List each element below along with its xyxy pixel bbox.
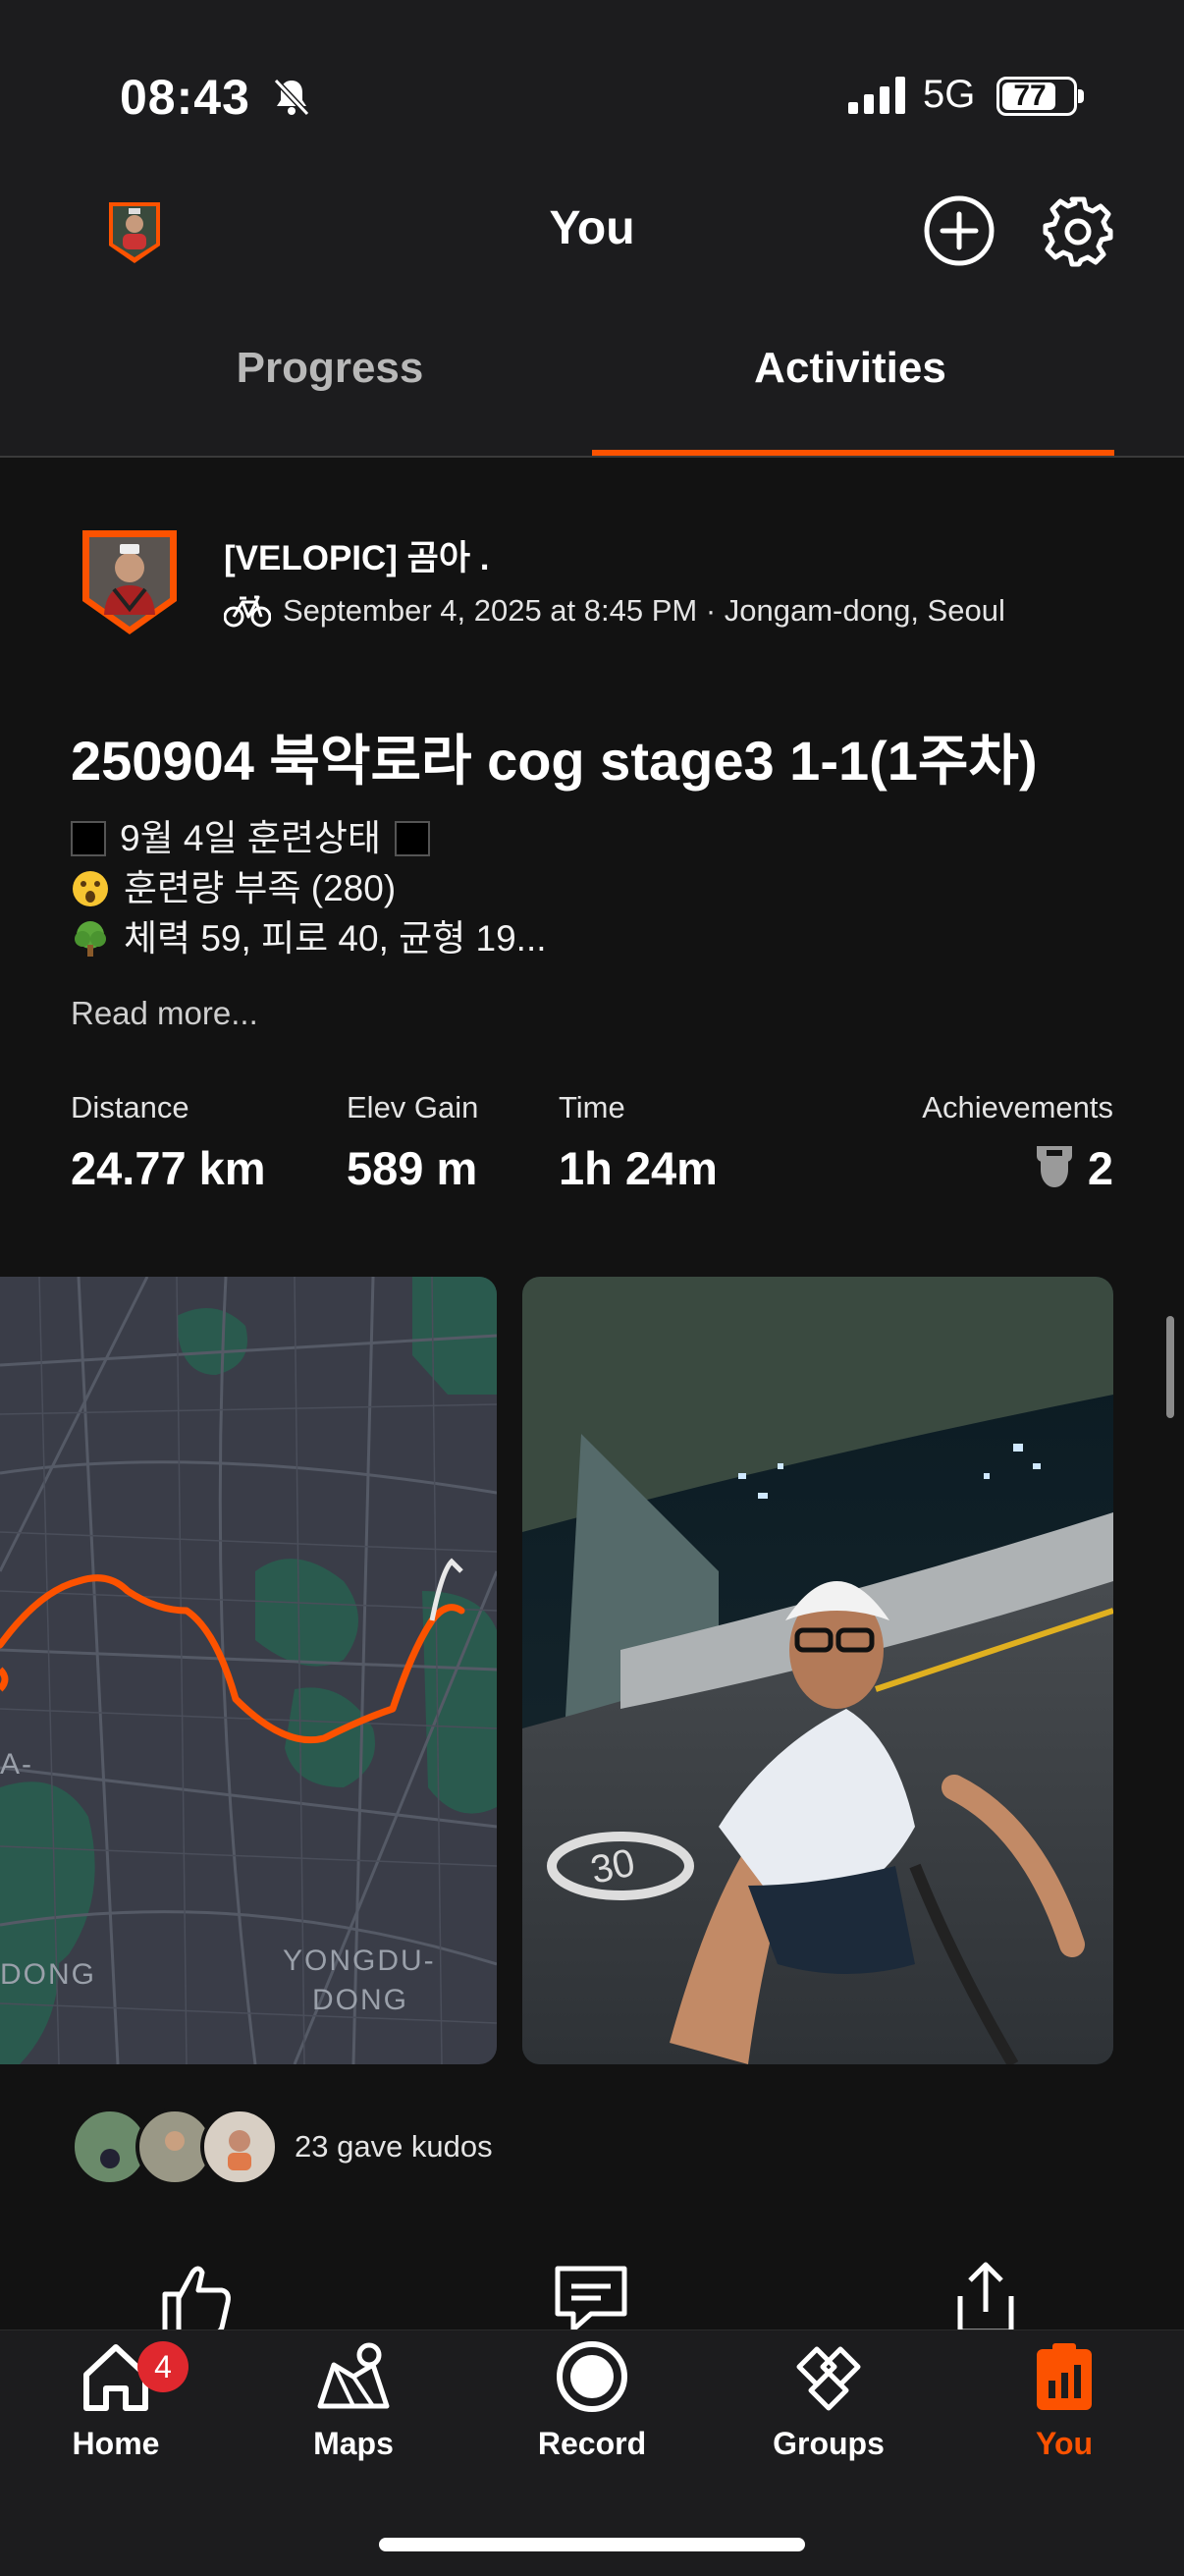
kudos-avatars[interactable] xyxy=(71,2108,279,2186)
stat-elev-label: Elev Gain xyxy=(347,1090,479,1124)
nav-label: Maps xyxy=(313,2426,394,2461)
nav-label: Groups xyxy=(773,2426,885,2461)
activity-photo[interactable]: 30 xyxy=(522,1277,1113,2064)
cellular-signal-icon xyxy=(848,77,905,114)
surprised-face-icon xyxy=(73,870,108,906)
comment-icon[interactable] xyxy=(552,2259,630,2337)
nav-label: You xyxy=(1035,2426,1094,2461)
map-label: DONG xyxy=(312,1984,408,2016)
groups-icon xyxy=(796,2346,861,2411)
stat-distance-value: 24.77 km xyxy=(71,1142,266,1194)
nav-label: Record xyxy=(537,2426,647,2461)
svg-text:30: 30 xyxy=(587,1840,639,1891)
stat-distance-label: Distance xyxy=(71,1090,189,1124)
stat-time-value: 1h 24m xyxy=(559,1142,718,1194)
activity-title[interactable]: 250904 북악로라 cog stage3 1-1(1주차) xyxy=(71,717,1038,796)
home-indicator[interactable] xyxy=(379,2538,805,2551)
map-label: A- xyxy=(0,1748,33,1781)
battery-percent: 77 xyxy=(1013,80,1047,112)
tree-icon xyxy=(75,920,106,957)
nav-record[interactable]: Record xyxy=(504,2337,680,2462)
stat-time-label: Time xyxy=(559,1090,625,1124)
stat-achievements-label: Achievements xyxy=(922,1090,1113,1124)
you-icon xyxy=(1037,2343,1092,2410)
scrollbar[interactable] xyxy=(1166,1316,1174,1418)
tab-progress[interactable]: Progress xyxy=(134,344,526,393)
trophy-icon xyxy=(1036,1145,1072,1187)
map-label: DONG xyxy=(0,1958,96,1991)
record-icon xyxy=(557,2341,627,2412)
bike-icon xyxy=(224,595,271,628)
stat-achievements: 2 xyxy=(1033,1141,1113,1195)
stat-elev-value: 589 m xyxy=(347,1142,478,1194)
nav-groups[interactable]: Groups xyxy=(740,2337,917,2462)
read-more-link[interactable]: Read more... xyxy=(71,995,258,1032)
athlete-name[interactable]: [VELOPIC] 곰아 . xyxy=(224,530,490,580)
activity-route-map[interactable]: A- DONG YONGDU- DONG xyxy=(0,1277,497,2064)
map-label: YONGDU- xyxy=(283,1945,436,1977)
stat-achievements-value: 2 xyxy=(1087,1142,1113,1194)
divider xyxy=(0,456,1184,458)
description-line: 9월 4일 훈련상태 xyxy=(120,818,381,858)
plus-circle-icon[interactable] xyxy=(923,194,996,267)
black-square-icon xyxy=(71,820,106,856)
nav-you[interactable]: You xyxy=(976,2337,1153,2462)
app-header xyxy=(0,137,1184,457)
activity-description: 9월 4일 훈련상태 훈련량 부족 (280) 체력 59, 피로 40, 균형… xyxy=(71,813,547,963)
thumbs-up-icon[interactable] xyxy=(157,2259,236,2337)
status-time: 08:43 xyxy=(120,70,250,125)
share-icon[interactable] xyxy=(946,2259,1025,2337)
description-line: 체력 59, 피로 40, 균형 19... xyxy=(124,918,547,959)
description-line: 훈련량 부족 (280) xyxy=(124,868,397,908)
notification-badge: 4 xyxy=(137,2341,188,2392)
kudos-count[interactable]: 23 gave kudos xyxy=(295,2129,493,2165)
map-icon xyxy=(317,2342,390,2409)
black-square-icon xyxy=(394,820,430,856)
battery-icon: 77 xyxy=(996,77,1084,116)
nav-maps[interactable]: Maps xyxy=(265,2337,442,2462)
gear-icon[interactable] xyxy=(1041,194,1115,269)
activity-date-location: September 4, 2025 at 8:45 PM · Jongam-do… xyxy=(283,593,1005,628)
athlete-avatar[interactable] xyxy=(79,526,181,636)
network-type: 5G xyxy=(923,73,976,116)
page-title: You xyxy=(549,202,635,254)
activity-meta: September 4, 2025 at 8:45 PM · Jongam-do… xyxy=(224,593,1005,629)
tab-activities[interactable]: Activities xyxy=(654,344,1047,393)
nav-label: Home xyxy=(72,2426,160,2461)
bell-muted-icon xyxy=(273,78,310,117)
